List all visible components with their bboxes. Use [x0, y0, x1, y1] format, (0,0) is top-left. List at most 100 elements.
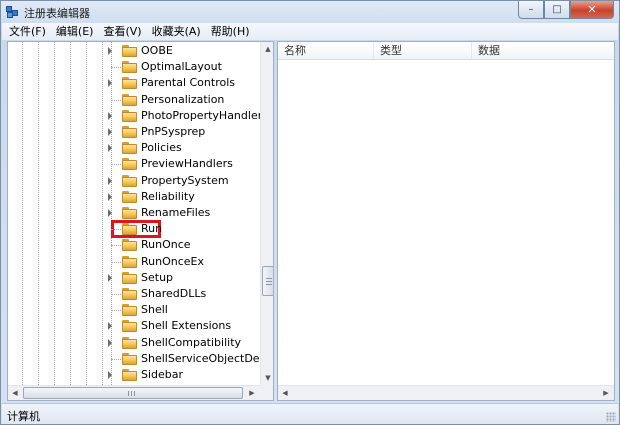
tree-horizontal-scrollbar[interactable]: ◀ ▶	[8, 385, 260, 400]
registry-editor-window: 注册表编辑器 – □ ✕ 文件(F) 编辑(E) 查看(V) 收藏夹(A) 帮助…	[0, 0, 620, 425]
tree-item[interactable]: Shell	[8, 302, 260, 318]
tree-item-label: Sidebar	[141, 368, 184, 381]
column-data[interactable]: 数据	[472, 42, 614, 60]
column-name[interactable]: 名称	[278, 42, 374, 60]
tree-item-label: Shell	[141, 303, 168, 317]
registry-tree: OOBE OptimalLayout Parental Controls Person…	[8, 42, 260, 385]
tree-item[interactable]: PnPSysprep	[8, 124, 260, 140]
tree-item[interactable]: Run	[8, 221, 260, 237]
tree-item-label: ShellCompatibility	[141, 335, 242, 349]
scroll-right-icon[interactable]: ▶	[245, 386, 259, 400]
registry-tree-pane: OOBE OptimalLayout Parental Controls Person…	[7, 41, 274, 401]
triangle-right-icon[interactable]	[108, 144, 112, 153]
tree-item-label: PropertySystem	[141, 173, 229, 187]
tree-connector-line	[111, 310, 121, 312]
scrollbar-corner	[260, 385, 273, 400]
tree-item-label: Setup	[141, 270, 174, 284]
tree-item[interactable]: OOBE	[8, 43, 260, 59]
scroll-left-icon[interactable]: ◀	[8, 386, 22, 400]
menu-file[interactable]: 文件(F)	[4, 24, 51, 40]
triangle-right-icon[interactable]	[108, 176, 112, 185]
tree-item-label: PreviewHandlers	[141, 157, 233, 171]
tree-item[interactable]: Shell Extensions	[8, 318, 260, 334]
minimize-button[interactable]: –	[518, 1, 544, 19]
tree-item[interactable]: Setup	[8, 270, 260, 286]
tree-item[interactable]: Policies	[8, 140, 260, 156]
tree-connector-line	[111, 261, 121, 263]
tree-connector-line	[111, 99, 121, 101]
minimize-icon: –	[528, 4, 534, 15]
menu-bar: 文件(F) 编辑(E) 查看(V) 收藏夹(A) 帮助(H)	[2, 23, 618, 41]
close-button[interactable]: ✕	[570, 1, 614, 19]
scroll-right-icon[interactable]: ▶	[599, 386, 613, 400]
folder-icon	[122, 288, 137, 300]
tree-item-label: Policies	[141, 141, 182, 155]
menu-edit[interactable]: 编辑(E)	[51, 24, 99, 40]
scroll-up-icon[interactable]: ▲	[261, 42, 273, 56]
tree-item-label: PhotoPropertyHandler	[141, 108, 260, 122]
menu-view[interactable]: 查看(V)	[98, 24, 146, 40]
tree-item[interactable]: ShellServiceObjectDelayLo	[8, 351, 260, 367]
tree-item[interactable]: PhotoPropertyHandler	[8, 108, 260, 124]
tree-item-label: PnPSysprep	[141, 125, 206, 138]
tree-item[interactable]: PropertySystem	[8, 173, 260, 189]
folder-icon	[122, 336, 137, 349]
maximize-button[interactable]: □	[544, 1, 570, 19]
folder-icon	[122, 61, 137, 74]
folder-icon	[122, 45, 137, 57]
tree-item[interactable]: ShellCompatibility	[8, 335, 260, 351]
folder-icon	[122, 142, 137, 155]
triangle-right-icon[interactable]	[108, 371, 112, 379]
folder-icon	[122, 255, 137, 268]
tree-item[interactable]: Reliability	[8, 189, 260, 205]
tree-item-label: ShellServiceObjectDelayLo	[141, 351, 260, 365]
triangle-right-icon[interactable]	[108, 111, 112, 120]
status-path: 计算机	[7, 410, 40, 423]
tree-connector-line	[111, 294, 121, 295]
tree-vertical-scrollbar[interactable]: ▲ ▼	[260, 42, 273, 385]
tree-item-label: OOBE	[141, 44, 173, 57]
tree-item[interactable]: OptimalLayout	[8, 59, 260, 75]
column-type[interactable]: 类型	[374, 42, 472, 60]
title-bar[interactable]: 注册表编辑器 – □ ✕	[1, 1, 619, 23]
tree-item[interactable]: RunOnce	[8, 237, 260, 253]
folder-icon	[122, 77, 137, 90]
triangle-right-icon[interactable]	[108, 209, 112, 217]
scroll-left-icon[interactable]: ◀	[278, 386, 292, 400]
tree-item[interactable]: Parental Controls	[8, 75, 260, 91]
tree-item-label: Reliability	[141, 189, 195, 203]
tree-item[interactable]: SharedDLLs	[8, 286, 260, 302]
folder-icon	[122, 126, 137, 138]
window-title: 注册表编辑器	[24, 7, 90, 20]
vertical-scroll-thumb[interactable]	[262, 266, 273, 296]
folder-icon	[122, 207, 137, 219]
folder-icon	[122, 109, 137, 122]
triangle-right-icon[interactable]	[108, 79, 112, 88]
tree-item-label: RunOnce	[141, 238, 191, 252]
folder-icon	[122, 352, 137, 365]
triangle-right-icon[interactable]	[108, 47, 112, 55]
triangle-right-icon[interactable]	[108, 338, 112, 347]
triangle-right-icon[interactable]	[108, 128, 112, 136]
triangle-right-icon[interactable]	[108, 192, 112, 201]
tree-item-label: RunOnceEx	[141, 254, 204, 268]
registry-cubes-icon	[6, 5, 20, 19]
triangle-right-icon[interactable]	[108, 273, 112, 282]
tree-item[interactable]: Personalization	[8, 92, 260, 108]
values-list-pane: 名称 类型 数据 ◀ ▶	[277, 41, 615, 401]
tree-item-label: SharedDLLs	[141, 287, 207, 300]
resize-grip[interactable]	[606, 412, 616, 422]
tree-item[interactable]: RenameFiles	[8, 205, 260, 221]
tree-item[interactable]: PreviewHandlers	[8, 156, 260, 172]
triangle-right-icon[interactable]	[108, 322, 112, 331]
horizontal-scroll-thumb[interactable]	[23, 387, 243, 399]
tree-item[interactable]: Sidebar	[8, 367, 260, 383]
close-icon: ✕	[587, 3, 597, 16]
menu-help[interactable]: 帮助(H)	[206, 24, 255, 40]
menu-favorites[interactable]: 收藏夹(A)	[147, 24, 206, 40]
tree-item[interactable]: RunOnceEx	[8, 254, 260, 270]
tree-connector-line	[111, 164, 121, 166]
list-header: 名称 类型 数据	[278, 42, 614, 60]
scroll-down-icon[interactable]: ▼	[261, 371, 273, 385]
list-horizontal-scrollbar[interactable]: ◀ ▶	[278, 385, 614, 400]
